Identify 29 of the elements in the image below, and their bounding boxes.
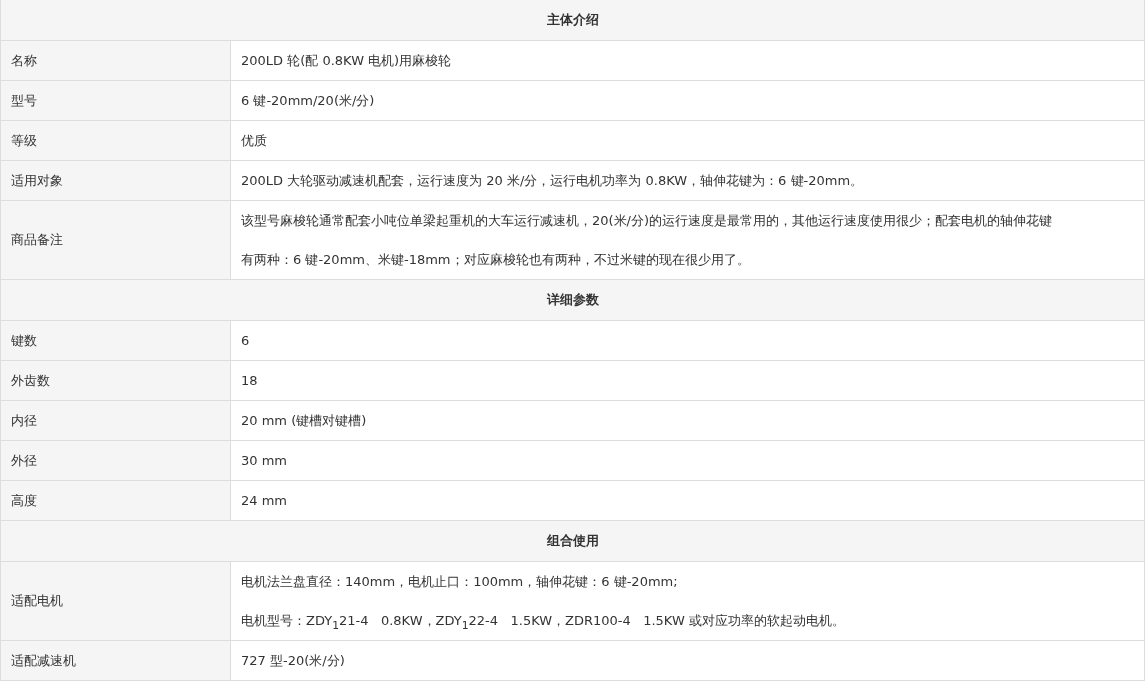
- label-cell: 外径: [1, 441, 231, 480]
- label-cell: 商品备注: [1, 201, 231, 279]
- label-cell: 型号: [1, 81, 231, 120]
- label-cell: 名称: [1, 41, 231, 80]
- label-cell: 高度: [1, 481, 231, 520]
- value-text: 优质: [241, 132, 268, 150]
- section-title: 主体介绍: [546, 11, 599, 29]
- value-text: 有两种：6 键-20mm、米键-18mm；对应麻梭轮也有两种，不过米键的现在很少用了。: [241, 251, 751, 269]
- value-text: 18: [241, 372, 259, 390]
- section-title: 详细参数: [546, 291, 599, 309]
- value-text: 电机法兰盘直径：140mm，电机止口：100mm，轴伸花键：6 键-20mm;: [241, 573, 679, 591]
- label-cell: 适配电机: [1, 562, 231, 640]
- label-cell: 键数: [1, 321, 231, 360]
- value-text: 6 键-20mm/20(米/分): [241, 92, 376, 110]
- value-text: 200LD 轮(配 0.8KW 电机)用麻梭轮: [241, 52, 453, 70]
- label-cell: 适配减速机: [1, 641, 231, 680]
- value-text: 200LD 大轮驱动减速机配套，运行速度为 20 米/分，运行电机功率为 0.8KW，轴伸花键为：6 键-20mm。: [241, 172, 865, 190]
- value-text: 727 型-20(米/分): [241, 652, 346, 670]
- value-text: 该型号麻梭轮通常配套小吨位单梁起重机的大车运行减速机，20(米/分)的运行速度是最常用的，其他运行速度使用很少；配套电机的轴伸花键: [241, 212, 1054, 230]
- value-text: 30 mm: [241, 452, 288, 470]
- value-text: 电机型号：ZDY$_{1}$21-4 0.8KW，ZDY$_{1}$22-4 1.5KW，ZDR100-4 1.5KW 或对应功率的软起动电机。: [241, 612, 846, 634]
- section-title: 组合使用: [546, 532, 599, 550]
- label-cell: 内径: [1, 401, 231, 440]
- value-text: 24 mm: [241, 492, 288, 510]
- label-cell: 等级: [1, 121, 231, 160]
- label-cell: 外齿数: [1, 361, 231, 400]
- value-text: 6: [241, 332, 251, 350]
- label-cell: 适用对象: [1, 161, 231, 200]
- value-text: 20 mm (键槽对键槽): [241, 412, 368, 430]
